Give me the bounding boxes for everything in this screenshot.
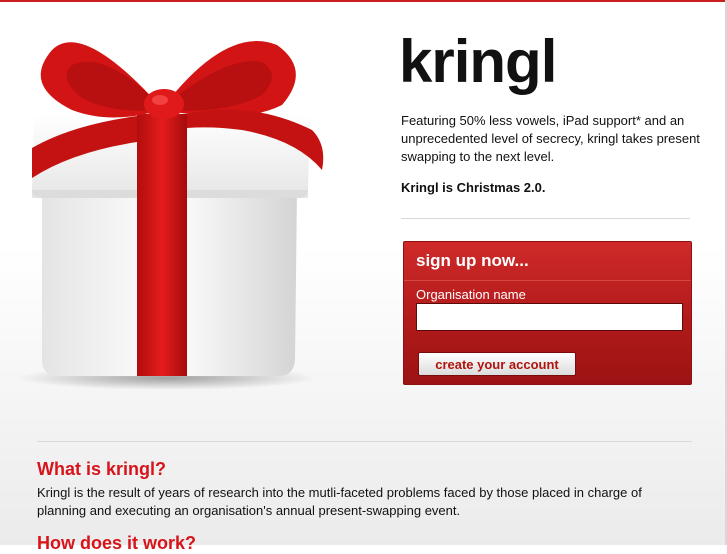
signup-title: sign up now... <box>416 251 529 270</box>
top-accent-bar <box>0 0 727 2</box>
signup-panel: sign up now... Organisation name create … <box>403 241 692 385</box>
divider <box>401 218 690 219</box>
slogan-text: Kringl is Christmas 2.0. <box>401 180 546 195</box>
tagline-text: Featuring 50% less vowels, iPad support*… <box>401 113 700 164</box>
what-is-kringl-text: Kringl is the result of years of researc… <box>37 485 642 518</box>
create-account-button[interactable]: create your account <box>418 352 576 376</box>
how-does-it-work-heading: How does it work? <box>37 533 197 553</box>
gift-box-illustration <box>17 41 324 390</box>
section-divider <box>37 441 692 442</box>
signup-divider <box>404 280 691 281</box>
what-is-kringl-heading: What is kringl? <box>37 459 167 479</box>
kringl-logo: kringl <box>399 28 557 95</box>
organisation-name-input[interactable] <box>416 303 683 331</box>
organisation-name-label: Organisation name <box>416 287 526 302</box>
